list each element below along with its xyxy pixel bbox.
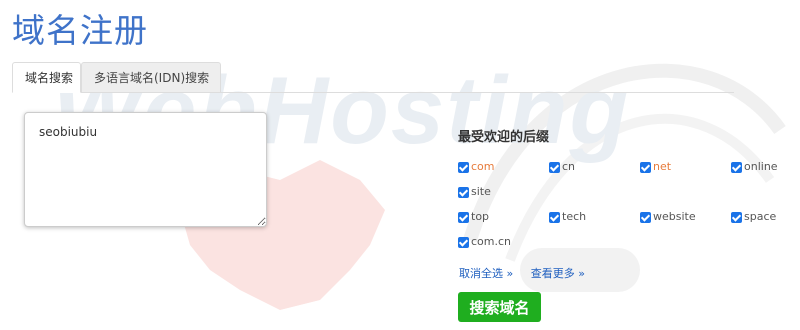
- suffix-option-space[interactable]: space: [731, 209, 776, 225]
- suffix-checkbox[interactable]: [458, 161, 469, 173]
- suffix-label: site: [471, 185, 491, 198]
- suffix-option-com[interactable]: com: [458, 159, 495, 175]
- suffix-option-com-cn[interactable]: com.cn: [458, 234, 511, 250]
- suffix-label: space: [744, 210, 777, 223]
- suffix-label: online: [744, 160, 778, 173]
- suffix-option-online[interactable]: online: [731, 159, 778, 175]
- tab-idn-search[interactable]: 多语言域名(IDN)搜索: [81, 62, 221, 92]
- suffix-label: cn: [562, 160, 576, 173]
- suffix-label: com: [471, 160, 495, 173]
- tab-domain-search[interactable]: 域名搜索: [12, 62, 81, 93]
- suffix-checkbox[interactable]: [731, 211, 742, 223]
- search-domain-button[interactable]: 搜索域名: [458, 292, 541, 322]
- suffix-checkbox[interactable]: [458, 236, 469, 248]
- suffix-option-tech[interactable]: tech: [549, 209, 586, 225]
- view-more-link[interactable]: 查看更多 »: [531, 267, 585, 280]
- suffix-label: tech: [562, 210, 587, 223]
- suffix-panel: 最受欢迎的后缀 com cn net online site top tech website…: [458, 126, 788, 259]
- suffix-label: com.cn: [471, 235, 512, 248]
- suffix-checkbox[interactable]: [640, 211, 651, 223]
- suffix-actions: 取消全选 » 查看更多 »: [459, 265, 599, 281]
- page-title: 域名注册: [12, 11, 148, 50]
- suffix-option-cn[interactable]: cn: [549, 159, 575, 175]
- suffix-panel-title: 最受欢迎的后缀: [458, 130, 550, 145]
- domain-search-input[interactable]: [24, 112, 267, 227]
- suffix-option-website[interactable]: website: [640, 209, 696, 225]
- suffix-label: website: [653, 210, 696, 223]
- suffix-checkbox[interactable]: [549, 161, 560, 173]
- suffix-option-net[interactable]: net: [640, 159, 671, 175]
- suffix-checkbox[interactable]: [549, 211, 560, 223]
- suffix-option-top[interactable]: top: [458, 209, 489, 225]
- search-tabs: 域名搜索 多语言域名(IDN)搜索: [12, 62, 734, 93]
- suffix-checkbox[interactable]: [640, 161, 651, 173]
- suffix-label: net: [653, 160, 672, 173]
- suffix-grid: com cn net online site top tech website space com…: [458, 159, 788, 259]
- suffix-checkbox[interactable]: [458, 211, 469, 223]
- suffix-checkbox[interactable]: [458, 186, 469, 198]
- suffix-checkbox[interactable]: [731, 161, 742, 173]
- suffix-option-site[interactable]: site: [458, 184, 491, 200]
- suffix-label: top: [471, 210, 490, 223]
- deselect-all-link[interactable]: 取消全选 »: [459, 267, 513, 280]
